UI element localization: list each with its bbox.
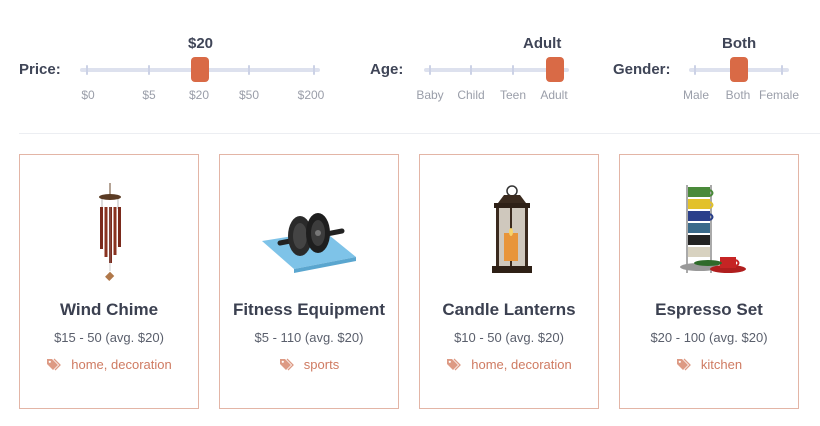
age-tick-label: Adult [540, 88, 568, 102]
wind-chime-image [99, 183, 121, 281]
product-title: Espresso Set [655, 300, 763, 319]
age-tick-label: Teen [499, 88, 527, 102]
gender-tick-label: Both [725, 88, 751, 102]
price-tick-1[interactable] [148, 65, 150, 75]
tag-icon [676, 358, 691, 371]
product-tags: kitchen [620, 357, 798, 372]
product-tags-text[interactable]: kitchen [701, 357, 742, 372]
gender-filter-label: Gender: [613, 61, 671, 78]
price-tick-label: $0 [81, 88, 95, 102]
age-slider-value: Adult [523, 35, 562, 52]
price-slider-value: $20 [188, 35, 214, 52]
age-slider-thumb[interactable] [546, 57, 564, 82]
product-price: $15 - 50 (avg. $20) [54, 330, 164, 345]
product-tags-text[interactable]: home, decoration [471, 357, 571, 372]
age-filter-label: Age: [370, 61, 404, 78]
price-tick-3[interactable] [248, 65, 250, 75]
price-tick-4[interactable] [313, 65, 315, 75]
age-tick-1[interactable] [470, 65, 472, 75]
price-tick-label: $200 [297, 88, 325, 102]
section-divider [19, 133, 820, 134]
tag-icon [447, 358, 462, 371]
gender-tick-label: Male [682, 88, 710, 102]
product-tags-text[interactable]: home, decoration [71, 357, 171, 372]
lantern-image [492, 185, 532, 273]
age-tick-0[interactable] [429, 65, 431, 75]
product-price: $20 - 100 (avg. $20) [650, 330, 768, 345]
product-title: Wind Chime [59, 300, 159, 319]
gender-tick-0[interactable] [694, 65, 696, 75]
gender-tick-label: Female [758, 88, 800, 102]
age-tick-label: Baby [416, 88, 444, 102]
ab-roller-image [262, 213, 356, 273]
price-filter-label: Price: [19, 61, 61, 78]
espresso-cups-image [680, 185, 746, 273]
age-tick-label: Child [457, 88, 485, 102]
price-tick-label: $50 [238, 88, 260, 102]
product-card-espresso-set[interactable]: Espresso Set $20 - 100 (avg. $20) kitche… [619, 154, 799, 409]
product-tags-text[interactable]: sports [304, 357, 339, 372]
tag-icon [47, 358, 62, 371]
product-price: $10 - 50 (avg. $20) [454, 330, 564, 345]
age-tick-2[interactable] [512, 65, 514, 75]
gender-tick-2[interactable] [781, 65, 783, 75]
product-tags: home, decoration [420, 357, 598, 372]
product-title: Candle Lanterns [442, 300, 576, 319]
tag-icon [279, 358, 294, 371]
price-slider-thumb[interactable] [191, 57, 209, 82]
product-title: Fitness Equipment [232, 300, 386, 319]
product-tags: home, decoration [20, 357, 198, 372]
filter-bar: Price: $20 $0 $5 $20 $50 $200 Age: Adult… [0, 0, 820, 134]
product-card-candle-lanterns[interactable]: Candle Lanterns $10 - 50 (avg. $20) home… [419, 154, 599, 409]
price-tick-label: $5 [142, 88, 156, 102]
product-price: $5 - 110 (avg. $20) [254, 330, 364, 345]
price-tick-label: $20 [188, 88, 210, 102]
product-tags: sports [220, 357, 398, 372]
product-card-wind-chime[interactable]: Wind Chime $15 - 50 (avg. $20) home, dec… [19, 154, 199, 409]
product-card-fitness-equipment[interactable]: Fitness Equipment $5 - 110 (avg. $20) sp… [219, 154, 399, 409]
gender-slider-value: Both [722, 35, 757, 52]
gender-slider-thumb[interactable] [730, 57, 748, 82]
price-tick-0[interactable] [86, 65, 88, 75]
